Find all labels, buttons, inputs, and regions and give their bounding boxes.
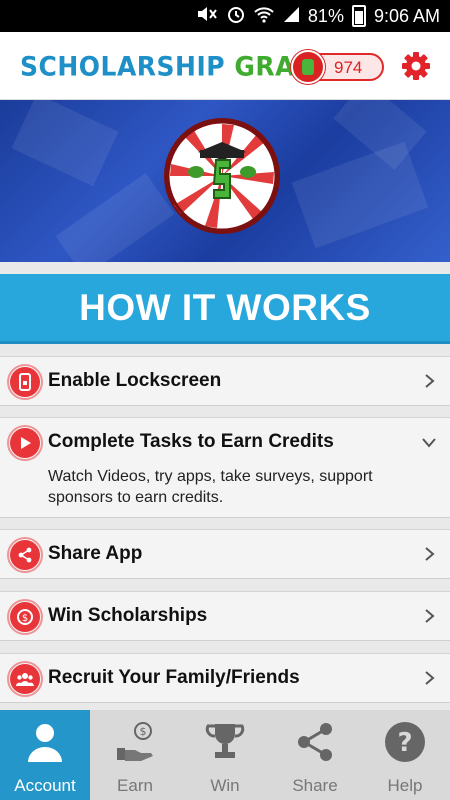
item-label: Complete Tasks to Earn Credits — [48, 431, 334, 452]
share-icon — [298, 723, 332, 761]
item-description: Watch Videos, try apps, take surveys, su… — [48, 468, 373, 506]
share-icon — [7, 537, 43, 573]
list-item-share-app[interactable]: Share App — [0, 529, 450, 579]
battery-icon — [351, 5, 366, 27]
chevron-down-icon — [422, 438, 436, 448]
money-hand-icon: $ — [117, 722, 153, 761]
tab-label: Share — [292, 776, 338, 795]
battery-percent: 81% — [307, 5, 344, 26]
clock: 9:06 AM — [373, 5, 440, 26]
signal-icon — [282, 5, 300, 28]
tab-help[interactable]: ? Help — [360, 710, 450, 800]
trophy-icon — [205, 724, 245, 758]
tab-label: Earn — [117, 776, 153, 795]
item-label: Win Scholarships — [48, 605, 208, 626]
tab-earn[interactable]: $ Earn — [90, 710, 180, 800]
bottom-nav: Account $ Earn Win Share ? Help — [0, 710, 450, 800]
mute-icon — [196, 5, 218, 28]
chevron-right-icon — [425, 374, 435, 388]
tab-win[interactable]: Win — [180, 710, 270, 800]
hero-banner — [0, 100, 450, 262]
list-item-recruit[interactable]: Recruit Your Family/Friends — [0, 653, 450, 703]
scholarship-mascot-badge — [164, 118, 280, 234]
app-logo: SCHOLARSHIP GRAB — [20, 51, 315, 82]
svg-text:$: $ — [140, 725, 147, 738]
item-label: Enable Lockscreen — [48, 370, 222, 391]
wifi-icon — [254, 5, 274, 28]
coin-icon: $ — [7, 599, 43, 635]
people-icon — [7, 661, 43, 697]
app-header: SCHOLARSHIP GRAB 974 — [0, 32, 450, 100]
credits-badge[interactable]: 974 — [291, 50, 384, 84]
tab-label: Account — [14, 776, 76, 795]
list-item-win-scholarships[interactable]: $ Win Scholarships — [0, 591, 450, 641]
chevron-right-icon — [425, 609, 435, 623]
phone-lock-icon — [7, 364, 43, 400]
how-it-works-heading: HOW IT WORKS — [0, 274, 450, 344]
list-item-complete-tasks[interactable]: Complete Tasks to Earn Credits Watch Vid… — [0, 417, 450, 518]
tab-share[interactable]: Share — [270, 710, 360, 800]
list-item-enable-lockscreen[interactable]: Enable Lockscreen — [0, 356, 450, 406]
credit-coin-icon — [291, 50, 325, 84]
play-icon — [7, 425, 43, 461]
person-icon — [28, 724, 62, 762]
chevron-right-icon — [425, 547, 435, 561]
alarm-icon — [226, 4, 246, 29]
settings-gear-icon[interactable] — [400, 50, 432, 82]
item-label: Recruit Your Family/Friends — [48, 667, 300, 688]
tab-label: Win — [210, 776, 240, 795]
credits-count: 974 — [334, 58, 363, 77]
svg-text:$: $ — [22, 613, 28, 624]
item-label: Share App — [48, 543, 143, 564]
help-icon: ? — [385, 722, 425, 762]
status-bar: 81% 9:06 AM — [0, 0, 450, 32]
svg-text:?: ? — [397, 728, 412, 758]
tab-account[interactable]: Account — [0, 710, 90, 800]
chevron-right-icon — [425, 671, 435, 685]
tab-label: Help — [387, 776, 423, 795]
